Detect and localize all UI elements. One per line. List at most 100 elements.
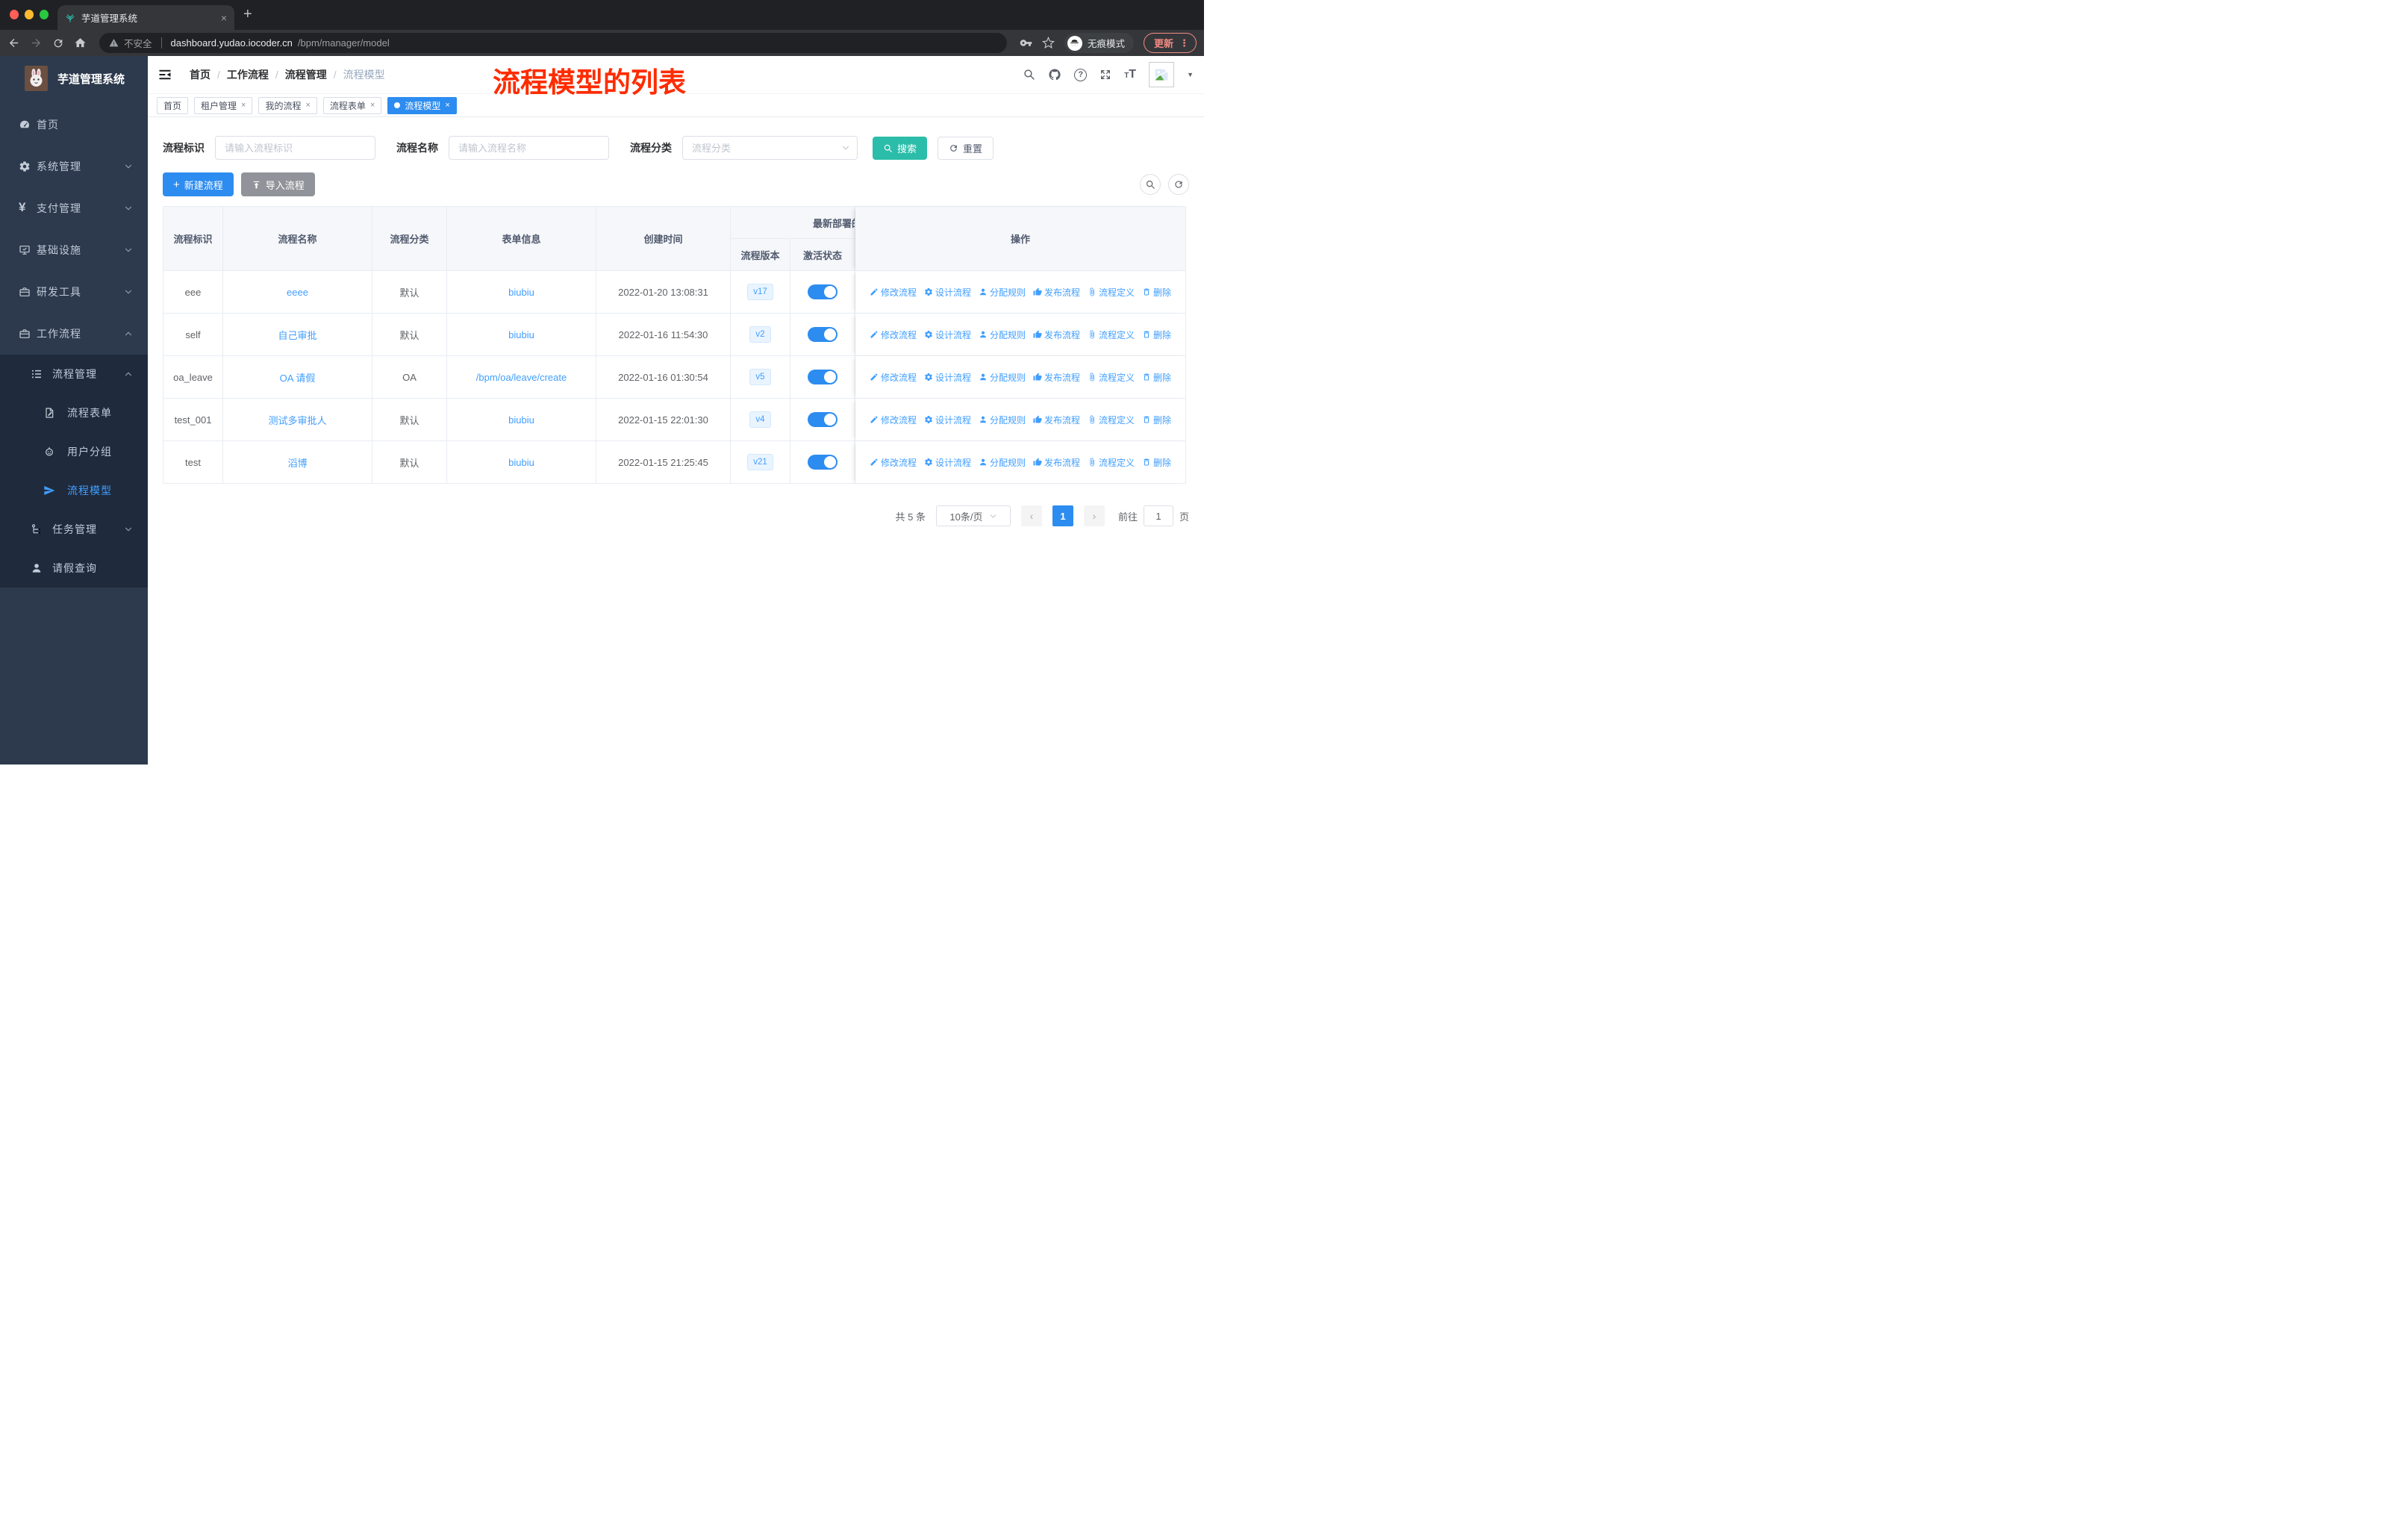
modify-process-link[interactable]: 修改流程 [870,456,917,469]
process-definition-link[interactable]: 流程定义 [1088,286,1135,299]
form-info-link[interactable]: /bpm/oa/leave/create [476,372,567,383]
close-icon[interactable]: × [241,101,246,110]
reload-button[interactable] [52,37,64,49]
process-name-link[interactable]: OA 请假 [280,370,316,384]
process-id-input[interactable] [215,136,375,160]
password-key-icon[interactable] [1020,37,1032,49]
sidebar-item-workflow[interactable]: 工作流程 [0,313,148,355]
delete-link[interactable]: 删除 [1142,456,1171,469]
sidebar-item-home[interactable]: 首页 [0,104,148,146]
assign-rule-link[interactable]: 分配规则 [979,286,1026,299]
active-toggle[interactable] [808,327,838,342]
forward-button[interactable] [30,37,43,49]
active-toggle[interactable] [808,455,838,470]
publish-process-link[interactable]: 发布流程 [1033,456,1080,469]
tag-process-form[interactable]: 流程表单 × [322,96,382,114]
prev-page-button[interactable]: ‹ [1020,505,1042,526]
design-process-link[interactable]: 设计流程 [924,328,971,341]
delete-link[interactable]: 删除 [1142,414,1171,426]
avatar[interactable] [1149,62,1175,87]
process-definition-link[interactable]: 流程定义 [1088,371,1135,384]
design-process-link[interactable]: 设计流程 [924,286,971,299]
active-toggle[interactable] [808,370,838,384]
fullscreen-icon[interactable] [1099,68,1111,81]
search-button[interactable]: 搜索 [873,136,928,160]
modify-process-link[interactable]: 修改流程 [870,286,917,299]
close-window-button[interactable] [10,10,19,19]
page-size-select[interactable]: 10条/页 [935,505,1011,526]
breadcrumb-process-mgmt[interactable]: 流程管理 [285,67,327,82]
delete-link[interactable]: 删除 [1142,371,1171,384]
sidebar-item-task-mgmt[interactable]: 任务管理 [0,510,148,549]
design-process-link[interactable]: 设计流程 [924,414,971,426]
process-definition-link[interactable]: 流程定义 [1088,414,1135,426]
sidebar-item-leave-query[interactable]: 请假查询 [0,549,148,588]
sidebar-item-system[interactable]: 系统管理 [0,146,148,187]
publish-process-link[interactable]: 发布流程 [1033,328,1080,341]
window-controls[interactable] [10,10,49,19]
process-definition-link[interactable]: 流程定义 [1088,328,1135,341]
close-tab-icon[interactable]: × [221,12,227,24]
publish-process-link[interactable]: 发布流程 [1033,286,1080,299]
browser-tab[interactable]: 芋道管理系统 × [57,5,234,30]
show-search-button[interactable] [1140,174,1161,195]
delete-link[interactable]: 删除 [1142,286,1171,299]
breadcrumb-home[interactable]: 首页 [190,67,210,82]
tag-my-process[interactable]: 我的流程 × [258,96,317,114]
page-number-button[interactable]: 1 [1052,505,1073,526]
sidebar-fold-icon[interactable] [157,67,172,82]
process-definition-link[interactable]: 流程定义 [1088,456,1135,469]
tag-home[interactable]: 首页 [157,96,189,114]
create-process-button[interactable]: + 新建流程 [163,172,234,196]
close-icon[interactable]: × [305,101,310,110]
modify-process-link[interactable]: 修改流程 [870,371,917,384]
process-name-link[interactable]: eeee [287,287,308,298]
active-toggle[interactable] [808,284,838,299]
goto-page-input[interactable] [1143,505,1173,526]
breadcrumb-workflow[interactable]: 工作流程 [227,67,269,82]
help-icon[interactable]: ? [1074,68,1088,81]
minimize-window-button[interactable] [25,10,34,19]
assign-rule-link[interactable]: 分配规则 [979,456,1026,469]
process-name-input[interactable] [449,136,609,160]
form-info-link[interactable]: biubiu [508,287,534,298]
process-category-select-input[interactable] [682,136,858,160]
maximize-window-button[interactable] [40,10,49,19]
design-process-link[interactable]: 设计流程 [924,456,971,469]
refresh-table-button[interactable] [1168,174,1189,195]
import-process-button[interactable]: 导入流程 [240,172,315,196]
browser-update-button[interactable]: 更新 ⋮ [1143,33,1197,53]
tag-tenant[interactable]: 租户管理 × [194,96,253,114]
bookmark-star-icon[interactable] [1042,37,1055,49]
form-info-link[interactable]: biubiu [508,414,534,426]
close-icon[interactable]: × [445,101,449,110]
reset-button[interactable]: 重置 [938,136,994,160]
publish-process-link[interactable]: 发布流程 [1033,414,1080,426]
sidebar-item-user-group[interactable]: 用户分组 [0,432,148,471]
new-tab-button[interactable]: + [243,6,252,23]
form-info-link[interactable]: biubiu [508,329,534,340]
form-info-link[interactable]: biubiu [508,457,534,468]
design-process-link[interactable]: 设计流程 [924,371,971,384]
sidebar-item-process-mgmt[interactable]: 流程管理 [0,355,148,393]
home-button[interactable] [74,37,87,49]
assign-rule-link[interactable]: 分配规则 [979,371,1026,384]
process-category-select[interactable] [682,136,858,160]
publish-process-link[interactable]: 发布流程 [1033,371,1080,384]
assign-rule-link[interactable]: 分配规则 [979,328,1026,341]
sidebar-item-process-model[interactable]: 流程模型 [0,471,148,510]
assign-rule-link[interactable]: 分配规则 [979,414,1026,426]
sidebar-item-pay[interactable]: ¥ 支付管理 [0,187,148,229]
url-bar[interactable]: 不安全 dashboard.yudao.iocoder.cn /bpm/mana… [99,33,1007,53]
sidebar-item-infra[interactable]: 基础设施 [0,229,148,271]
github-icon[interactable] [1048,68,1061,81]
close-icon[interactable]: × [370,101,375,110]
sidebar-item-process-form[interactable]: 流程表单 [0,393,148,432]
process-name-link[interactable]: 测试多审批人 [268,413,326,427]
process-name-link[interactable]: 滔博 [287,455,307,470]
modify-process-link[interactable]: 修改流程 [870,328,917,341]
font-size-icon[interactable]: TT [1124,68,1136,81]
modify-process-link[interactable]: 修改流程 [870,414,917,426]
delete-link[interactable]: 删除 [1142,328,1171,341]
avatar-caret-icon[interactable]: ▼ [1187,71,1194,78]
